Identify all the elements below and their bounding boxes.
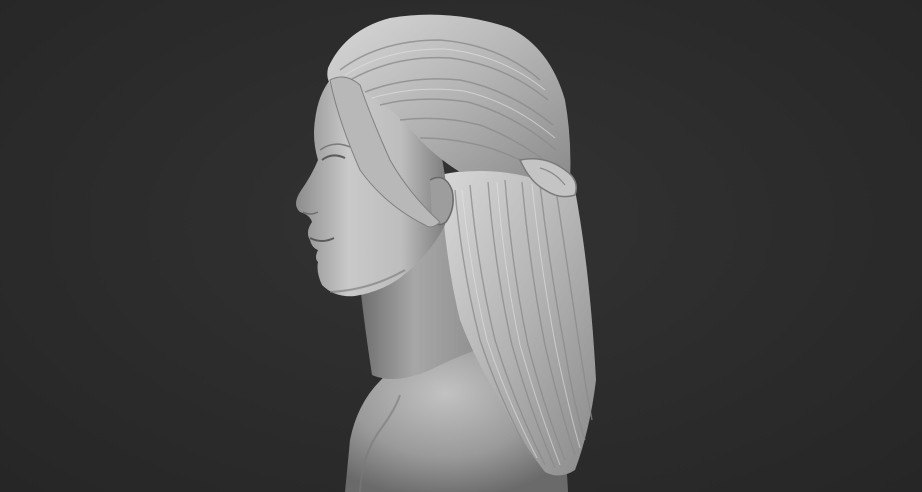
viewport-canvas[interactable] (0, 0, 922, 492)
sculpt-render (296, 14, 596, 492)
